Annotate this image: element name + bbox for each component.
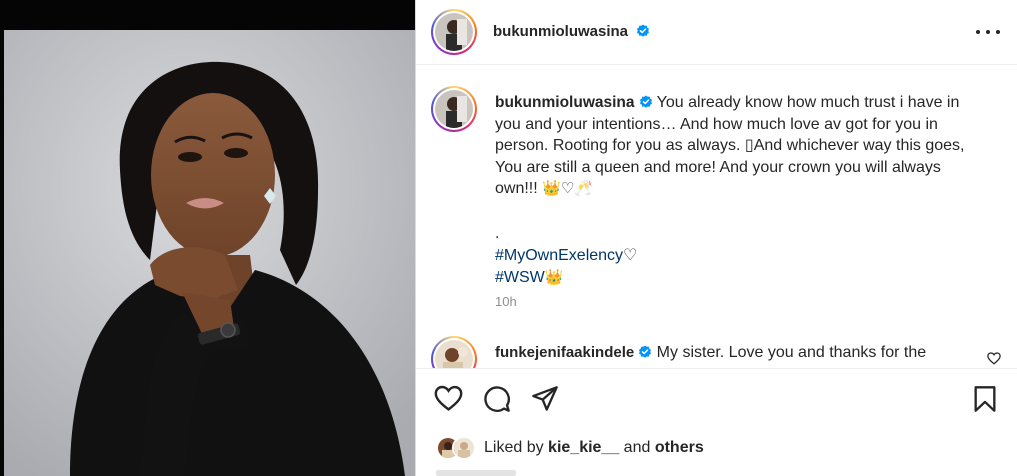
comment-like-heart-icon[interactable] [987, 352, 1001, 365]
tag1-emoji: ♡ [623, 247, 638, 264]
instagram-post-modal: bukunmioluwasina bukunmioluwasina You al… [0, 0, 1017, 476]
commenter-username[interactable]: funkejenifaakindele [495, 344, 634, 361]
tag2-emoji: 👑 [544, 269, 564, 286]
author-avatar[interactable] [431, 9, 477, 55]
caption-emojis: 👑♡🥂 [542, 180, 593, 197]
caption-text: bukunmioluwasina You already know how mu… [495, 92, 985, 200]
caption-author-avatar[interactable] [431, 86, 477, 132]
verified-badge-icon [639, 345, 652, 358]
post-details-panel: bukunmioluwasina bukunmioluwasina You al… [415, 0, 1017, 476]
post-photo[interactable] [0, 0, 415, 476]
hashtag-wsw[interactable]: #WSW [495, 269, 545, 286]
liked-by-user[interactable]: kie_kie__ [548, 439, 619, 456]
caption-tags: . #MyOwnExelency♡ #WSW👑 [495, 223, 637, 289]
post-date-clipped [436, 470, 516, 476]
caption-dot: . [495, 225, 500, 242]
verified-badge-icon [637, 24, 650, 37]
action-bar [416, 368, 1017, 430]
liked-by-text: Liked by kie_kie__ and others [484, 439, 704, 456]
comment-body: My sister. Love you and thanks for the [652, 344, 927, 361]
verified-badge-icon [639, 95, 652, 108]
comments-section: bukunmioluwasina You already know how mu… [416, 66, 1017, 368]
comment-icon[interactable] [483, 385, 511, 413]
caption-author-username[interactable]: bukunmioluwasina [495, 94, 635, 111]
send-icon[interactable] [531, 385, 559, 413]
likes-summary: Liked by kie_kie__ and others [436, 436, 704, 460]
more-options-icon[interactable] [976, 22, 1000, 42]
heart-icon[interactable] [434, 385, 463, 412]
bookmark-icon[interactable] [972, 385, 998, 413]
liker-avatar[interactable] [452, 436, 476, 460]
author-username[interactable]: bukunmioluwasina [493, 23, 650, 40]
post-header: bukunmioluwasina [416, 0, 1017, 65]
commenter-avatar[interactable] [431, 336, 477, 368]
hashtag-myownexelency[interactable]: #MyOwnExelency [495, 247, 623, 264]
liked-by-others[interactable]: others [655, 439, 704, 456]
portrait-image [0, 0, 415, 476]
comment-text: funkejenifaakindele My sister. Love you … [495, 342, 926, 363]
caption-timestamp[interactable]: 10h [495, 294, 517, 309]
